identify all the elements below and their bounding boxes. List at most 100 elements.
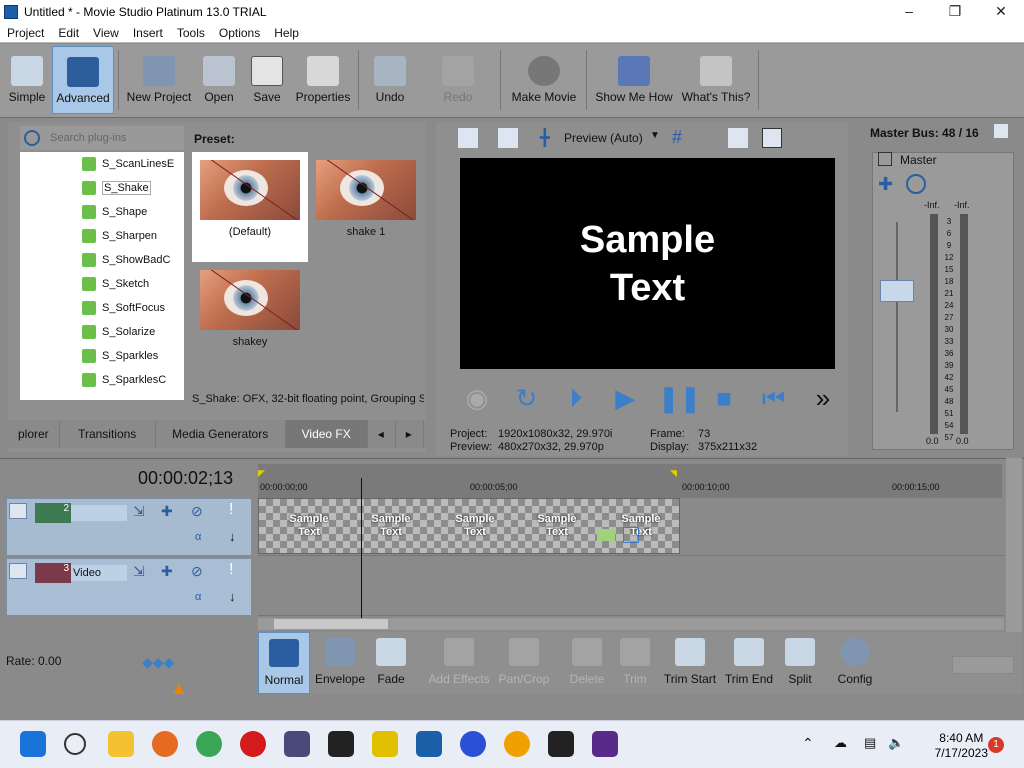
record-icon[interactable]: ◉ xyxy=(460,382,494,414)
split-preview-icon[interactable]: ╋ xyxy=(540,128,558,148)
track-collapse-icon[interactable] xyxy=(9,503,27,519)
menu-help[interactable]: Help xyxy=(267,26,306,40)
preview-quality-select[interactable]: Preview (Auto) xyxy=(564,131,643,145)
timeline-cursor[interactable] xyxy=(361,478,362,618)
save-button[interactable]: Save xyxy=(246,46,288,114)
search-input[interactable]: Search plug-ins xyxy=(20,126,184,150)
redo-button[interactable]: Redo xyxy=(434,46,482,114)
preset-default[interactable]: (Default) xyxy=(192,152,308,262)
menu-view[interactable]: View xyxy=(86,26,126,40)
advanced-button[interactable]: Advanced xyxy=(52,46,114,114)
close-button[interactable]: ✕ xyxy=(978,3,1024,20)
grid-icon[interactable]: # xyxy=(672,127,682,148)
rate-slider-handle[interactable]: ▲ xyxy=(170,678,188,699)
track-name-input[interactable] xyxy=(71,505,127,521)
compositing-icon[interactable]: α xyxy=(195,591,201,603)
menu-options[interactable]: Options xyxy=(212,26,267,40)
menu-edit[interactable]: Edit xyxy=(51,26,86,40)
menu-tools[interactable]: Tools xyxy=(170,26,212,40)
parent-track-icon[interactable]: ↓ xyxy=(229,589,236,604)
film-app-icon[interactable] xyxy=(592,731,618,757)
firefox-icon[interactable] xyxy=(152,731,178,757)
menu-insert[interactable]: Insert xyxy=(126,26,170,40)
media-clip[interactable]: Sample Text Sample Text Sample Text Samp… xyxy=(258,498,680,554)
copy-snapshot-icon[interactable] xyxy=(728,128,748,148)
vertical-scrollbar[interactable] xyxy=(1006,458,1022,632)
simple-button[interactable]: Simple xyxy=(4,46,50,114)
file-explorer-icon[interactable] xyxy=(108,731,134,757)
insert-fx-icon[interactable]: ✚ xyxy=(878,174,893,195)
tree-item[interactable]: S_SoftFocus xyxy=(20,296,184,320)
tree-item-selected[interactable]: S_Shake xyxy=(20,176,184,200)
trim-button[interactable]: Trim xyxy=(612,632,658,694)
play-from-start-icon[interactable]: ⏵ xyxy=(559,382,593,414)
loop-icon[interactable]: ↻ xyxy=(509,382,543,414)
compositing-icon[interactable]: α xyxy=(195,531,201,543)
tab-media-generators[interactable]: Media Generators xyxy=(156,420,286,448)
pause-icon[interactable]: ❚❚ xyxy=(658,382,702,414)
tree-item[interactable]: S_Shape xyxy=(20,200,184,224)
tree-item[interactable]: S_Sharpen xyxy=(20,224,184,248)
preset-shakey[interactable]: shakey xyxy=(192,262,308,348)
search-icon[interactable] xyxy=(64,733,86,755)
video-app-icon[interactable] xyxy=(284,731,310,757)
tab-explorer[interactable]: plorer xyxy=(8,420,60,448)
tab-video-fx[interactable]: Video FX xyxy=(285,420,368,448)
scrollbar-thumb[interactable] xyxy=(274,619,388,629)
mute-icon[interactable] xyxy=(878,152,892,166)
solo-icon[interactable]: ! xyxy=(229,561,233,579)
normal-tool-button[interactable]: Normal xyxy=(258,632,310,694)
track-header-3[interactable]: 3 Video ⇲ ✚ ⊘ ! α ↓ xyxy=(6,558,252,616)
notification-badge[interactable]: 1 xyxy=(988,737,1004,753)
add-effects-button[interactable]: Add Effects xyxy=(424,632,494,694)
preview-properties-icon[interactable] xyxy=(458,128,478,148)
loop-end-marker[interactable]: ◥ xyxy=(670,468,677,479)
app-v-icon[interactable] xyxy=(460,731,486,757)
app-y-icon[interactable] xyxy=(372,731,398,757)
movie-studio-icon[interactable] xyxy=(416,731,442,757)
mute-icon[interactable]: ⊘ xyxy=(191,503,203,520)
chrome-icon[interactable] xyxy=(196,731,222,757)
maximize-button[interactable]: ❐ xyxy=(932,3,978,20)
go-to-end-icon[interactable]: » xyxy=(806,382,840,414)
rate-slider-icon[interactable]: ◆◆◆ xyxy=(142,654,174,671)
track-collapse-icon[interactable] xyxy=(9,563,27,579)
minimize-button[interactable]: – xyxy=(886,3,932,20)
tab-scroll-left-icon[interactable]: ◂ xyxy=(368,420,396,448)
parent-track-icon[interactable]: ↓ xyxy=(229,529,236,544)
tree-item[interactable]: S_ScanLinesE xyxy=(20,152,184,176)
monitor-icon[interactable] xyxy=(498,128,518,148)
track-motion-icon[interactable]: ⇲ xyxy=(133,563,145,580)
tab-scroll-right-icon[interactable]: ▸ xyxy=(396,420,424,448)
tree-item[interactable]: S_Sparkles xyxy=(20,344,184,368)
start-icon[interactable] xyxy=(20,731,46,757)
seven-zip-icon[interactable] xyxy=(328,731,354,757)
split-button[interactable]: Split xyxy=(780,632,820,694)
envelope-tool-button[interactable]: Envelope xyxy=(314,632,366,694)
show-me-how-button[interactable]: Show Me How xyxy=(594,46,674,114)
stop-icon[interactable]: ■ xyxy=(707,382,741,414)
config-button[interactable]: Config xyxy=(832,632,878,694)
menu-project[interactable]: Project xyxy=(0,26,51,40)
bypass-icon[interactable] xyxy=(906,174,926,194)
clip-fx-icon[interactable] xyxy=(597,529,615,541)
system-clock[interactable]: 8:40 AM 7/17/2023 xyxy=(935,731,988,761)
tree-item[interactable]: S_Solarize xyxy=(20,320,184,344)
timeline-ruler[interactable]: 00:00:00;00 00:00:05;00 00:00:10;00 00:0… xyxy=(258,464,1002,498)
track-name-input[interactable]: Video xyxy=(71,565,127,581)
network-icon[interactable]: ☁ xyxy=(834,735,847,751)
timeline-scrollbar[interactable] xyxy=(258,618,1004,630)
clip-pan-crop-icon[interactable] xyxy=(623,527,639,543)
track-fx-icon[interactable]: ✚ xyxy=(161,503,173,520)
save-snapshot-icon[interactable] xyxy=(762,128,782,148)
wifi-icon[interactable]: ▤ xyxy=(864,735,876,751)
zoom-slider[interactable] xyxy=(952,656,1014,674)
open-button[interactable]: Open xyxy=(198,46,240,114)
trim-end-button[interactable]: Trim End xyxy=(722,632,776,694)
make-movie-button[interactable]: Make Movie xyxy=(508,46,580,114)
delete-button[interactable]: Delete xyxy=(564,632,610,694)
loop-start-marker[interactable]: ◤ xyxy=(258,468,265,479)
plugin-tree[interactable]: S_ScanLinesE S_Shake S_Shape S_Sharpen S… xyxy=(20,152,184,400)
undo-button[interactable]: Undo xyxy=(366,46,414,114)
trim-start-button[interactable]: Trim Start xyxy=(660,632,720,694)
